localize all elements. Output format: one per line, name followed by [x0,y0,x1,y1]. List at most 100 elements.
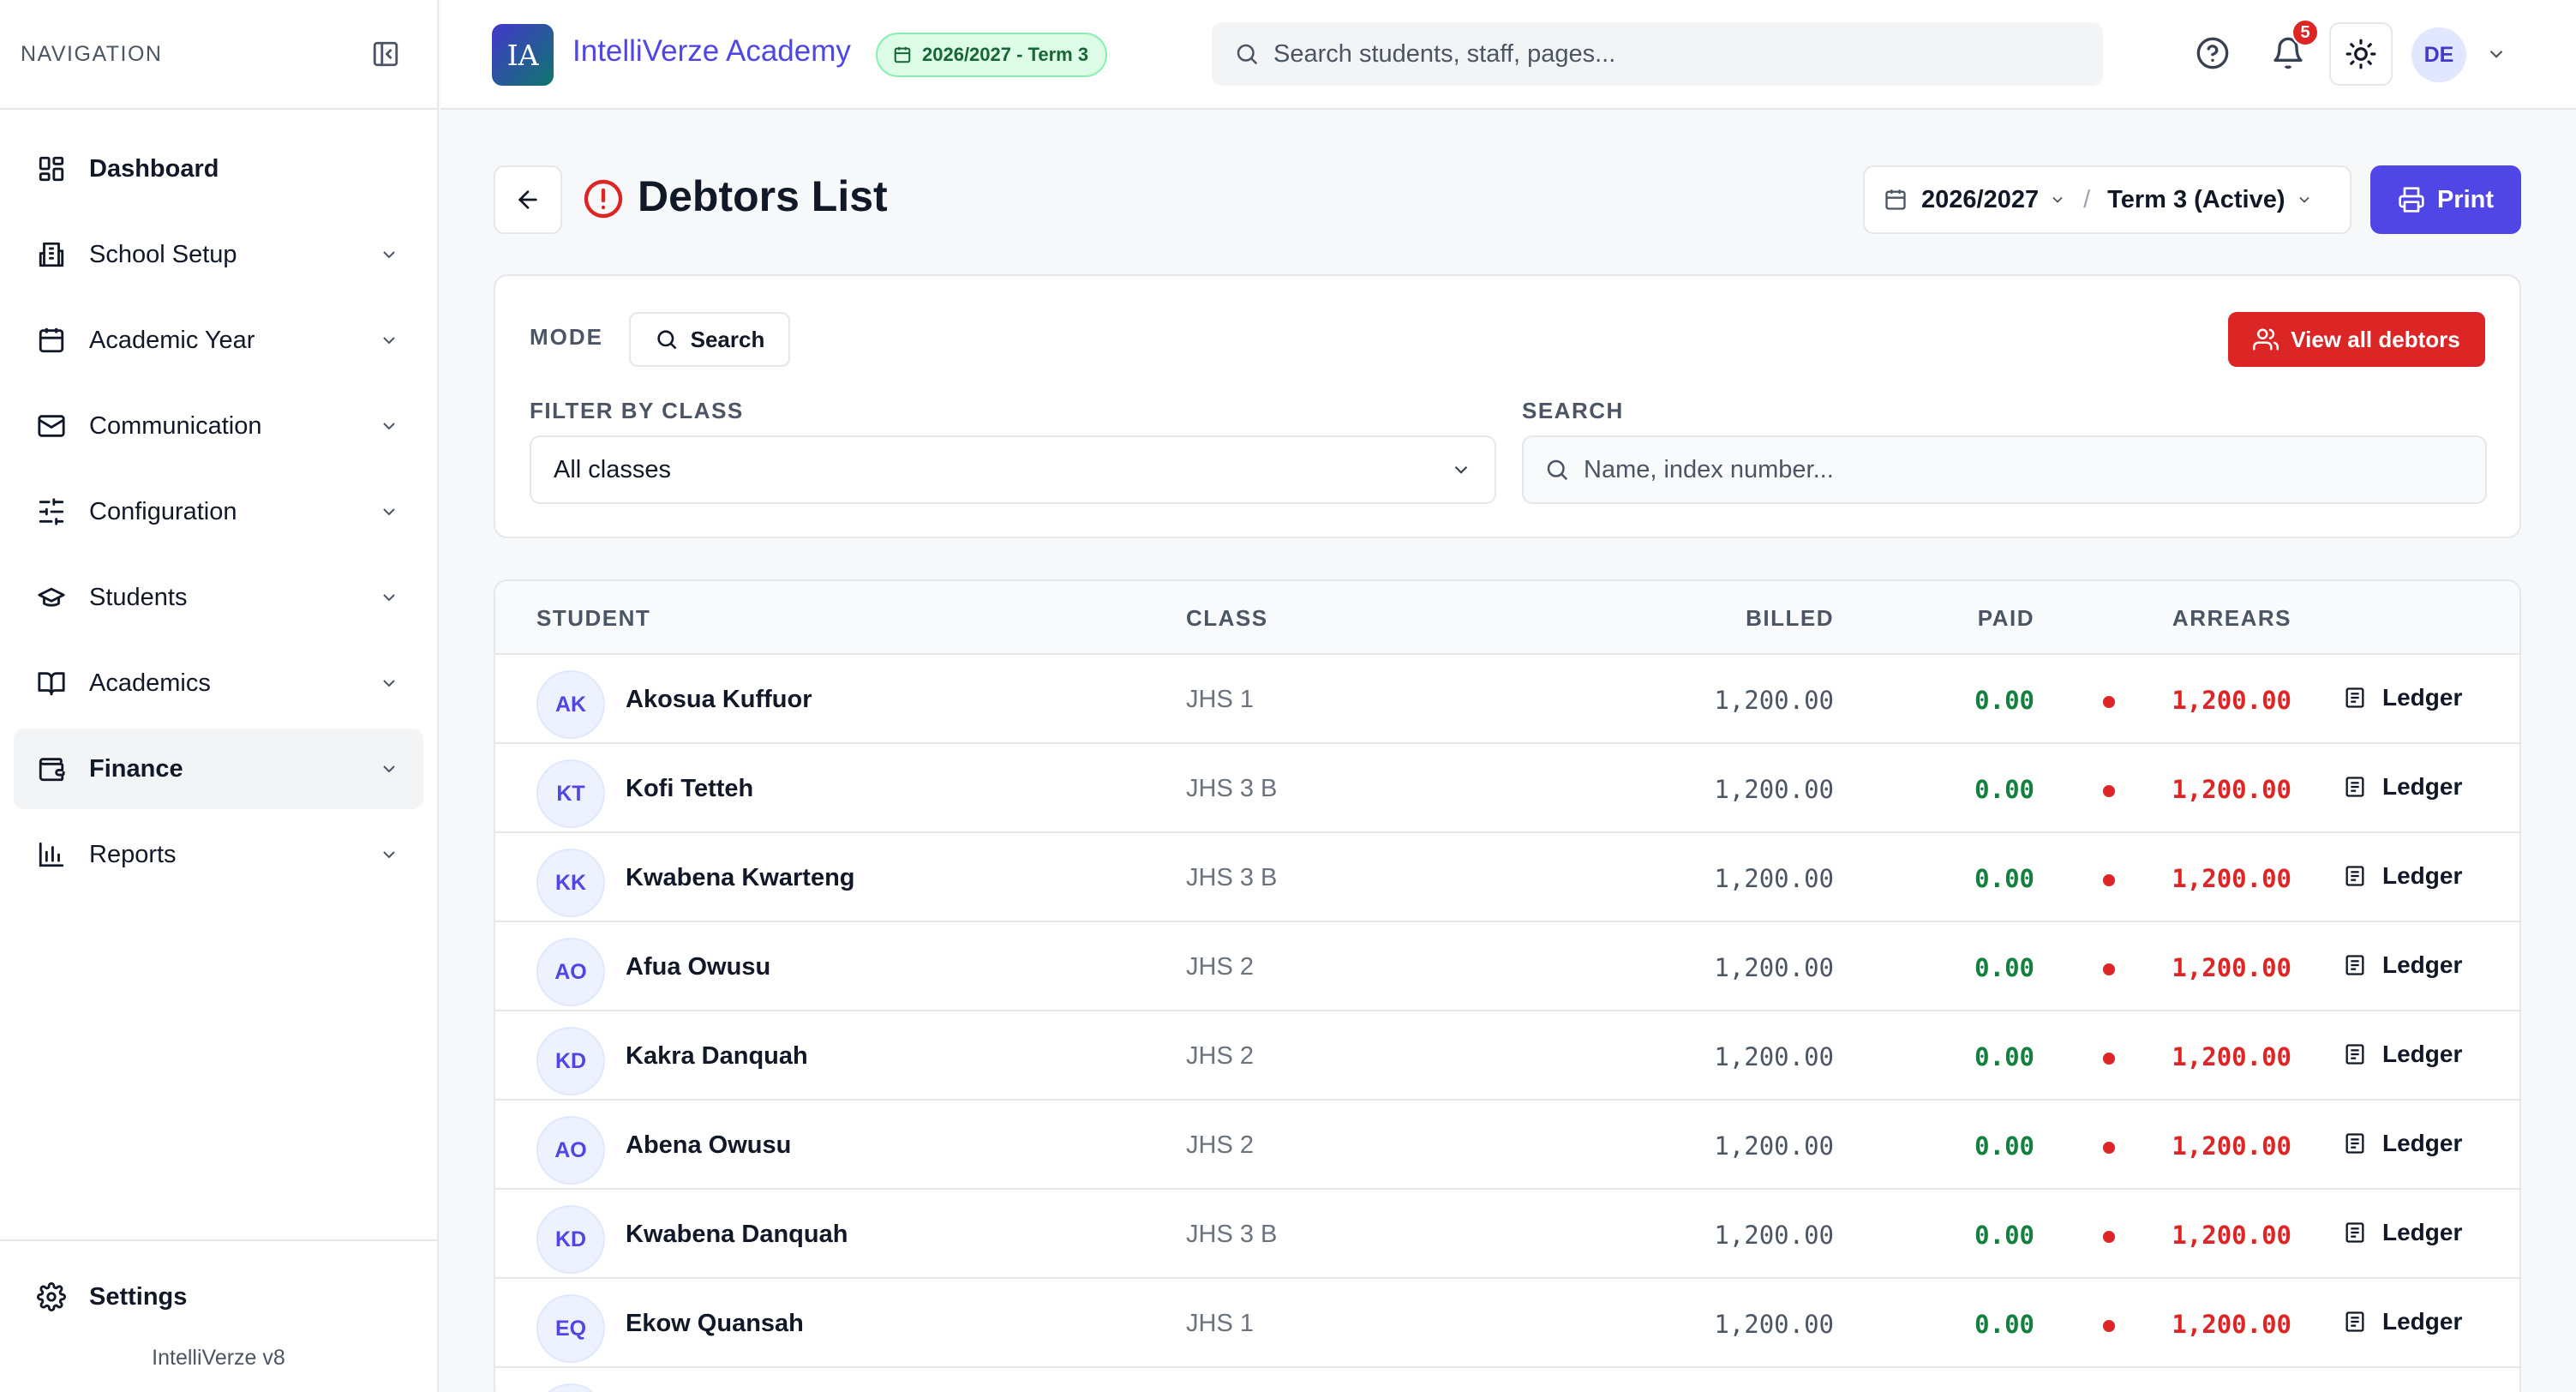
sidebar-heading: NAVIGATION [21,41,163,66]
ledger-button[interactable]: Ledger [2343,684,2462,711]
filter-panel: MODE Search View all debtors FILTER BY C… [494,274,2521,538]
paid-amount: 0.00 [1974,775,2034,804]
theme-toggle-button[interactable] [2329,22,2393,86]
arrears-amount: 1,200.00 [2172,686,2291,715]
student-class: JHS 2 [1186,1131,1254,1159]
ledger-label: Ledger [2382,1130,2463,1156]
mode-search-button[interactable]: Search [629,312,790,367]
gear-icon [34,1280,69,1314]
year-select[interactable]: 2026/2027 [1921,186,2039,214]
sidebar-item-students[interactable]: Students [14,557,423,638]
sidebar-item-academic-year[interactable]: Academic Year [14,300,423,381]
column-header-class: CLASS [1186,605,1268,631]
view-all-debtors-button[interactable]: View all debtors [2228,312,2485,367]
student-name: Afua Owusu [626,953,771,981]
ledger-label: Ledger [2382,1219,2463,1245]
ledger-button[interactable]: Ledger [2343,1130,2462,1157]
billed-amount: 1,200.00 [1714,775,1834,804]
arrears-amount: 1,200.00 [2172,1042,2291,1071]
student-name: Kakra Danquah [626,1042,808,1070]
student-class: JHS 2 [1186,953,1254,981]
sidebar-item-dashboard[interactable]: Dashboard [14,129,423,209]
ledger-button[interactable]: Ledger [2343,1041,2462,1068]
help-icon[interactable] [2192,33,2233,74]
sidebar-header: NAVIGATION [0,0,437,110]
ledger-button[interactable]: Ledger [2343,1219,2462,1246]
billed-amount: 1,200.00 [1714,1042,1834,1071]
app-logo[interactable]: IA [492,24,554,86]
sidebar-item-label: Students [89,583,188,611]
class-filter-label: FILTER BY CLASS [530,398,744,423]
student-avatar: KK [536,849,605,917]
calendar-icon [894,46,911,63]
debtor-search-input[interactable] [1584,455,2355,484]
search-icon [1547,459,1568,481]
sidebar-item-configuration[interactable]: Configuration [14,471,423,552]
collapse-sidebar-icon[interactable] [368,37,403,71]
billed-amount: 1,200.00 [1714,686,1834,715]
class-filter-select[interactable]: All classes [530,435,1496,504]
ledger-button[interactable]: Ledger [2343,951,2462,979]
printer-icon [2399,187,2424,213]
period-separator: / [2083,185,2091,213]
chevron-down-icon [377,671,401,695]
arrears-dot [2103,1231,2115,1243]
chevron-down-icon[interactable] [2049,191,2066,208]
chevron-down-icon [377,243,401,267]
column-header-billed: BILLED [1746,605,1834,631]
table-row: AO Afua Owusu JHS 2 1,200.00 0.00 1,200.… [495,922,2519,1011]
student-name: Kofi Tetteh [626,775,754,802]
paid-amount: 0.00 [1974,1042,2034,1071]
back-button[interactable] [494,165,562,234]
term-select[interactable]: Term 3 (Active) [2107,186,2285,214]
arrow-left-icon [518,190,537,209]
student-class: JHS 3 B [1186,1221,1278,1248]
settings-link[interactable]: Settings [0,1257,437,1337]
global-search-placeholder: Search students, staff, pages... [1273,39,1616,68]
chevron-down-icon [377,328,401,352]
building-icon [34,237,69,272]
chevron-down-icon [377,843,401,867]
debtor-search-field [1522,435,2487,504]
alert-circle-icon [583,178,624,224]
student-avatar: KD [536,1027,605,1095]
page-title: Debtors List [638,172,888,220]
app-name[interactable]: IntelliVerze Academy [572,34,851,69]
arrears-amount: 1,200.00 [2172,1221,2291,1250]
mode-label: MODE [530,324,603,350]
ledger-button[interactable]: Ledger [2343,862,2462,890]
calendar-icon [1885,189,1906,210]
student-name: Kwabena Kwarteng [626,864,855,891]
ledger-button[interactable]: Ledger [2343,1308,2462,1335]
sidebar-item-school-setup[interactable]: School Setup [14,214,423,295]
settings-label: Settings [89,1282,188,1311]
student-class: JHS 1 [1186,686,1254,713]
billed-amount: 1,200.00 [1714,864,1834,893]
column-header-arrears: ARREARS [2172,605,2291,631]
print-button[interactable]: Print [2370,165,2521,234]
app-version: IntelliVerze v8 [152,1346,285,1370]
arrears-amount: 1,200.00 [2172,953,2291,982]
sidebar-item-reports[interactable]: Reports [14,814,423,895]
chevron-down-icon[interactable] [2296,191,2313,208]
table-row: EQ Ekow Quansah JHS 1 1,200.00 0.00 1,20… [495,1279,2519,1368]
ledger-label: Ledger [2382,1308,2463,1335]
global-search[interactable]: Search students, staff, pages... [1212,22,2103,86]
ledger-button[interactable]: Ledger [2343,773,2462,801]
sidebar-item-academics[interactable]: Academics [14,643,423,723]
chevron-down-icon [377,757,401,781]
student-class: JHS 1 [1186,1310,1254,1337]
table-header: STUDENT CLASS BILLED PAID ARREARS [495,581,2519,655]
book-icon [34,666,69,700]
ledger-label: Ledger [2382,951,2463,978]
graduation-cap-icon [34,580,69,615]
sidebar-item-communication[interactable]: Communication [14,386,423,466]
sidebar-item-label: Academics [89,669,211,697]
arrears-dot [2103,963,2115,975]
search-label: SEARCH [1522,398,1624,423]
chevron-down-icon [377,585,401,609]
chevron-down-icon[interactable] [2485,43,2507,69]
sidebar: NAVIGATION Dashboard School Setup Academ… [0,0,439,1392]
sidebar-item-finance[interactable]: Finance [14,729,423,809]
user-avatar[interactable]: DE [2411,27,2466,82]
